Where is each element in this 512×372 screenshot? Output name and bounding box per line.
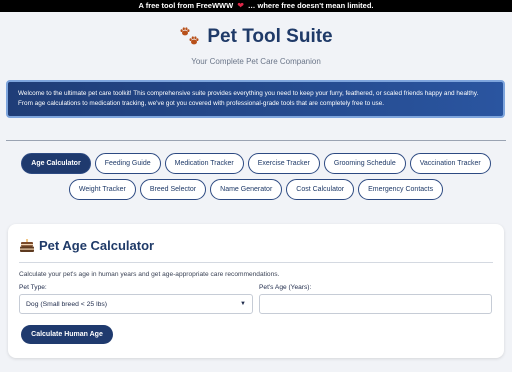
pet-type-value: Dog (Small breed < 25 lbs) (26, 300, 108, 308)
calculator-title: Pet Age Calculator (39, 238, 155, 253)
age-calculator-card: Pet Age Calculator Calculate your pet's … (8, 224, 504, 358)
pet-type-label: Pet Type: (19, 284, 47, 291)
welcome-text: Welcome to the ultimate pet care toolkit… (18, 90, 479, 107)
page-title: Pet Tool Suite (207, 26, 333, 47)
cake-icon (20, 239, 34, 252)
tab-grooming-schedule[interactable]: Grooming Schedule (323, 153, 406, 174)
promo-bar: A free tool from FreeWWW ❤ … where free … (0, 0, 512, 12)
welcome-banner: Welcome to the ultimate pet care toolkit… (6, 80, 505, 118)
tab-exercise-tracker[interactable]: Exercise Tracker (247, 153, 320, 174)
calculate-human-age-button[interactable]: Calculate Human Age (21, 325, 113, 344)
promo-text: A free tool from FreeWWW (138, 1, 234, 10)
pet-age-label: Pet's Age (Years): (259, 284, 312, 291)
section-divider (6, 140, 506, 141)
card-divider (19, 262, 493, 263)
tab-name-generator[interactable]: Name Generator (210, 179, 283, 200)
tab-medication-tracker[interactable]: Medication Tracker (164, 153, 244, 174)
paw-prints-icon (180, 27, 199, 45)
page-subtitle: Your Complete Pet Care Companion (191, 57, 321, 66)
tab-feeding-guide[interactable]: Feeding Guide (94, 153, 161, 174)
tool-tabs: Age Calculator Feeding Guide Medication … (0, 153, 512, 200)
pet-age-input[interactable] (259, 294, 492, 314)
tab-weight-tracker[interactable]: Weight Tracker (68, 179, 136, 200)
pet-type-select[interactable]: Dog (Small breed < 25 lbs) ▼ (19, 294, 253, 314)
chevron-down-icon: ▼ (240, 301, 246, 307)
promo-tagline: … where free doesn't mean limited. (247, 1, 374, 10)
tab-vaccination-tracker[interactable]: Vaccination Tracker (409, 153, 491, 174)
tab-breed-selector[interactable]: Breed Selector (139, 179, 207, 200)
calculator-description: Calculate your pet's age in human years … (19, 271, 280, 278)
site-header: Pet Tool Suite Your Complete Pet Care Co… (0, 12, 512, 66)
tab-emergency-contacts[interactable]: Emergency Contacts (358, 179, 444, 200)
heart-icon: ❤ (237, 1, 244, 10)
tab-age-calculator[interactable]: Age Calculator (21, 153, 91, 174)
tab-cost-calculator[interactable]: Cost Calculator (286, 179, 355, 200)
